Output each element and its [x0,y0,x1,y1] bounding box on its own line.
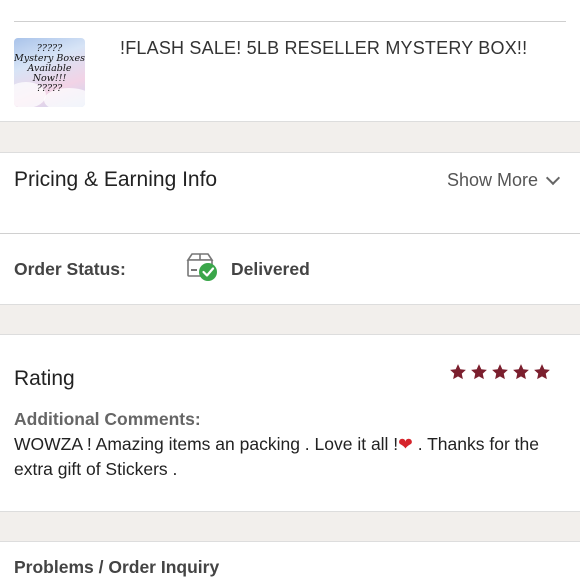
heart-icon: ❤ [398,434,413,454]
star-icon [471,364,487,380]
pricing-section: Pricing & Earning Info Show More [0,152,580,234]
item-card[interactable]: ????? Mystery Boxes Available Now!!! ???… [0,0,580,122]
star-icon [450,364,466,380]
rating-title: Rating [14,367,75,390]
thumbnail-text: ????? Mystery Boxes Available Now!!! ???… [14,44,85,94]
thumbnail-line: ????? [36,83,63,94]
chevron-down-icon [545,170,561,185]
star-icon [513,364,529,380]
divider [14,21,566,22]
pricing-title: Pricing & Earning Info [14,168,218,191]
order-status-section: Order Status: Delivered [0,234,580,305]
star-icon [534,364,550,380]
order-status-label: Order Status: [14,259,126,279]
delivered-box-check-icon [186,253,217,281]
problems-title[interactable]: Problems / Order Inquiry [14,557,219,578]
item-title[interactable]: !FLASH SALE! 5LB RESELLER MYSTERY BOX!! [120,38,527,59]
star-rating [449,363,551,381]
comment-text: WOWZA ! Amazing items an packing . Love … [14,434,399,454]
comments-label: Additional Comments: [14,409,201,429]
show-more-button[interactable]: Show More [446,170,561,191]
thumbnail-line: Available Now!!! [27,63,72,84]
rating-section: Rating Additional Comments: WOWZA ! Amaz… [0,334,580,512]
comments-text: WOWZA ! Amazing items an packing . Love … [14,432,574,482]
star-icon [492,364,508,380]
order-status-value: Delivered [231,259,310,279]
item-thumbnail[interactable]: ????? Mystery Boxes Available Now!!! ???… [14,38,85,107]
problems-section[interactable]: Problems / Order Inquiry [0,541,580,579]
show-more-label: Show More [446,170,538,190]
